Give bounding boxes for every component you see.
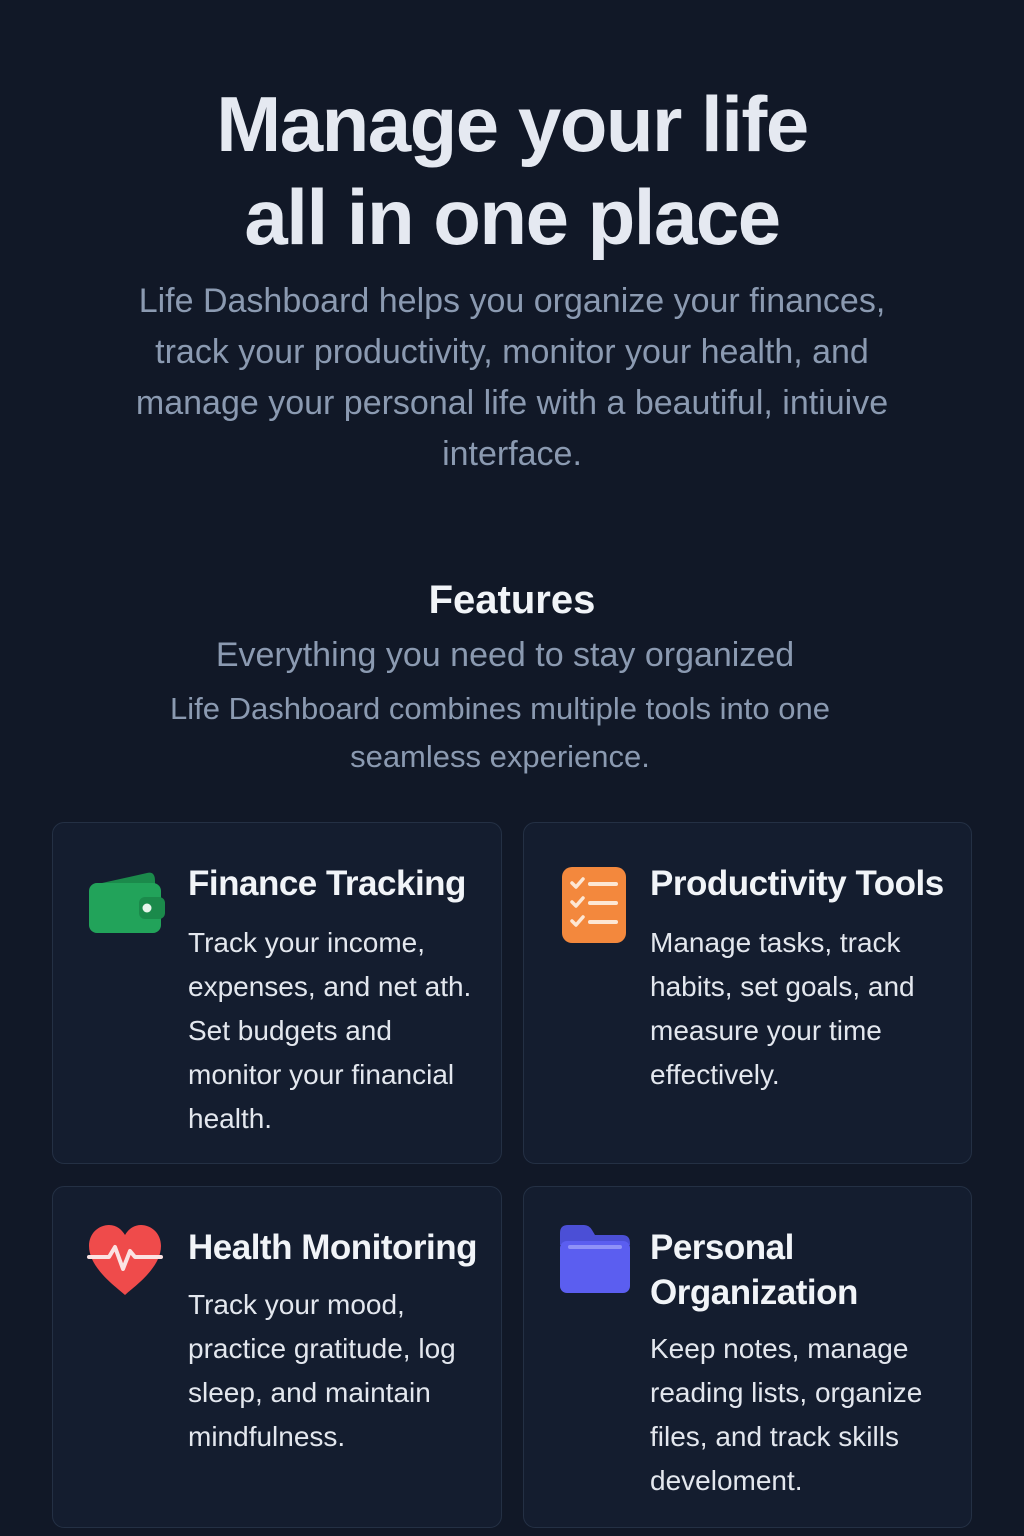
hero-subtitle: Life Dashboard helps you organize your f…: [135, 282, 889, 473]
features-tagline: Everything you need to stay organized: [215, 636, 795, 674]
feature-card-title: Finance Tracking: [188, 864, 466, 903]
wallet-icon: [85, 859, 165, 939]
features-description: Life Dashboard combines multiple tools i…: [170, 691, 830, 774]
feature-card-description: Keep notes, manage reading lists, organi…: [650, 1333, 923, 1496]
heart-pulse-icon: [85, 1221, 165, 1301]
feature-card-title: Personal Organization: [650, 1228, 858, 1312]
feature-card-title: Health Monitoring: [188, 1228, 477, 1267]
hero-title-line-1: Manage your life: [216, 80, 809, 168]
features-heading: Features: [428, 578, 596, 622]
feature-card-description: Track your mood, practice gratitude, log…: [188, 1289, 456, 1452]
feature-card-description: Manage tasks, track habits, set goals, a…: [650, 927, 915, 1090]
feature-card-organization: Personal Organization Keep notes, manage…: [523, 1186, 972, 1528]
folder-icon: [558, 1223, 632, 1295]
feature-card-health: Health Monitoring Track your mood, pract…: [52, 1186, 502, 1528]
feature-card-productivity: Productivity Tools Manage tasks, track h…: [523, 822, 972, 1164]
checklist-icon: [560, 865, 628, 945]
hero-title: Manage your life all in one place: [0, 78, 1024, 264]
hero-title-line-2: all in one place: [244, 173, 781, 261]
feature-card-finance: Finance Tracking Track your income, expe…: [52, 822, 502, 1164]
feature-card-title: Productivity Tools: [650, 864, 944, 903]
feature-card-description: Track your income, expenses, and net ath…: [188, 927, 472, 1134]
